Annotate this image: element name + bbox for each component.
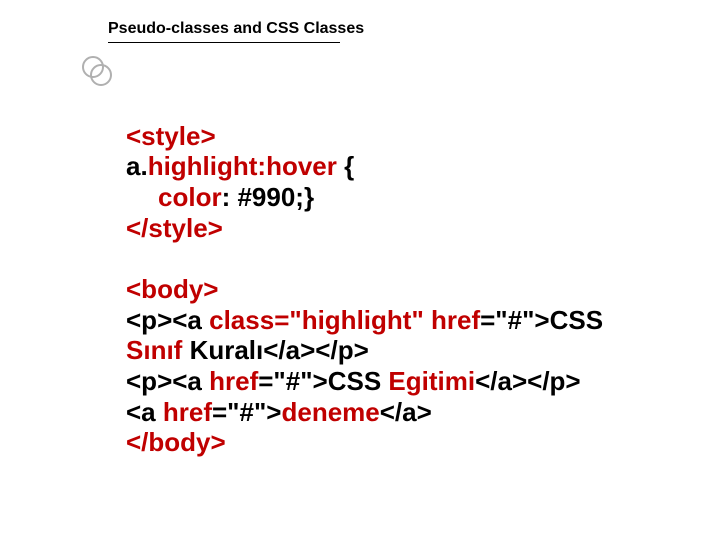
title-underline <box>108 42 340 43</box>
code-line: <a href="#">deneme</a> <box>126 397 432 427</box>
code-line: a.highlight:hover { <box>126 151 354 181</box>
code-line: Sınıf Kuralı</a></p> <box>126 335 369 365</box>
slide-title: Pseudo-classes and CSS Classes <box>108 20 364 38</box>
code-line: <p><a class="highlight" href="#">CSS <box>126 305 610 335</box>
code-line: <p><a href="#">CSS Egitimi</a></p> <box>126 366 581 396</box>
code-line: color: #990;} <box>126 182 314 212</box>
slide: Pseudo-classes and CSS Classes <style> a… <box>0 0 720 540</box>
code-line: </style> <box>126 213 223 243</box>
code-line: </body> <box>126 427 226 457</box>
code-block: <style> a.highlight:hover { color: #990;… <box>126 90 610 458</box>
code-line: <style> <box>126 121 216 151</box>
bullet-rings-icon <box>82 56 110 84</box>
code-line: <body> <box>126 274 218 304</box>
